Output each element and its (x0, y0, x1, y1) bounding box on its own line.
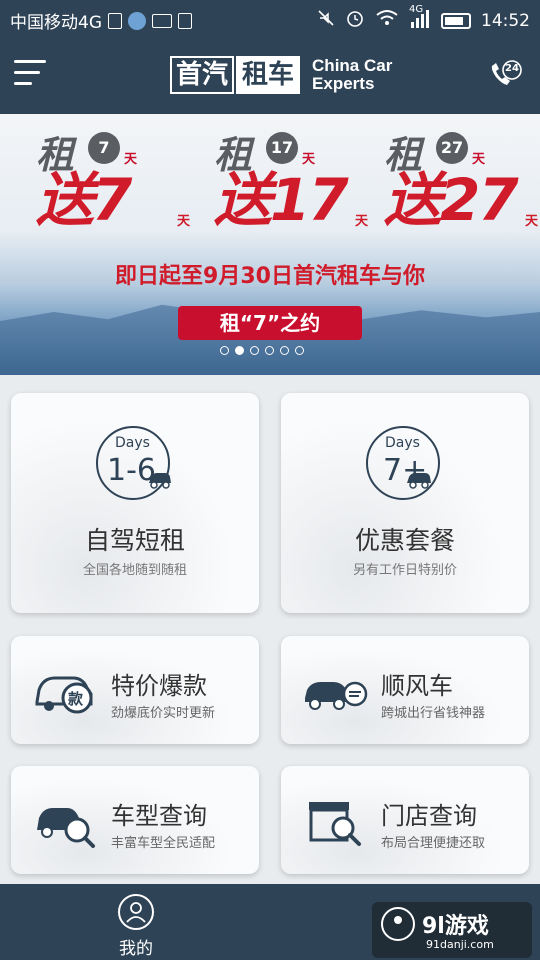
promo-tian: 天 (524, 214, 538, 229)
watermark-logo-icon (380, 906, 416, 942)
promo-tian: 天 (124, 152, 138, 167)
promo-27: 租 27 天 送27 天 (384, 124, 540, 234)
carousel-dots[interactable] (220, 346, 304, 355)
app-header: 首汽 租车 China Car Experts 24 (0, 36, 540, 114)
carousel-dot[interactable] (295, 346, 304, 355)
banner-tag: 租“7”之约 (178, 306, 362, 340)
carousel-dot[interactable] (250, 346, 259, 355)
days-1-6-icon: Days 1-6 (93, 423, 173, 503)
logo-cn-2: 租车 (236, 56, 301, 94)
promo-7: 租 7 天 送7 天 (36, 124, 196, 234)
alarm-icon (345, 8, 365, 33)
days-7-plus-icon: Days 7+ (363, 423, 443, 503)
user-icon (118, 894, 154, 930)
promo-tian: 天 (472, 152, 486, 167)
card-subtitle: 另有工作日特别价 (352, 563, 457, 578)
promo-song: 送17 (214, 166, 349, 234)
promo-tian: 天 (176, 214, 190, 229)
battery-icon (441, 12, 471, 29)
banner-headline: 即日起至9月30日首汽租车与你 (115, 264, 425, 289)
card-subtitle: 丰富车型全民适配 (111, 836, 216, 851)
wifi-icon (375, 9, 399, 32)
tab-mine-label: 我的 (119, 939, 153, 959)
status-bar: 中国移动4G 4G 14:52 (0, 0, 540, 36)
signal-icon: 4G (409, 4, 431, 31)
card-title: 顺风车 (381, 672, 453, 700)
tab-mine[interactable]: 我的 (106, 894, 166, 959)
promo-days: 7 (88, 132, 120, 164)
promo-banner[interactable]: 租 7 天 送7 天 租 17 天 送17 天 租 27 天 送27 天 即日起… (0, 114, 540, 375)
logo-cn-1: 首汽 (170, 56, 235, 94)
carousel-dot[interactable] (220, 346, 229, 355)
model-search-card[interactable]: 车型查询 丰富车型全民适配 (11, 766, 259, 874)
watermark: 9l游戏 91danji.com (372, 902, 532, 958)
store-search-card[interactable]: 门店查询 布局合理便捷还取 (281, 766, 529, 874)
logo-en-2: Experts (312, 74, 375, 93)
ride-share-card[interactable]: 顺风车 跨城出行省钱神器 (281, 636, 529, 744)
days-label: Days (385, 435, 420, 451)
card-subtitle: 布局合理便捷还取 (381, 836, 486, 851)
download-icon (178, 12, 192, 29)
days-range: 7+ (383, 453, 428, 488)
promo-days: 17 (266, 132, 298, 164)
logo-en-1: China Car (312, 56, 393, 75)
store-search-icon (303, 796, 369, 848)
carrier-label: 中国移动4G (10, 13, 102, 33)
hotline-badge: 24 (505, 63, 519, 74)
app-notification-icon (128, 11, 146, 30)
card-title: 车型查询 (111, 802, 207, 830)
days-range: 1-6 (107, 453, 156, 488)
keyboard-icon (152, 13, 172, 28)
card-title: 门店查询 (381, 802, 477, 830)
promo-17: 租 17 天 送17 天 (214, 124, 374, 234)
promo-song: 送7 (36, 166, 132, 234)
package-card[interactable]: Days 7+ 优惠套餐 另有工作日特别价 (281, 393, 529, 613)
clock: 14:52 (481, 10, 530, 31)
sim-icon (108, 12, 122, 29)
promo-days: 27 (436, 132, 468, 164)
carousel-dot-active[interactable] (235, 346, 244, 355)
self-drive-card[interactable]: Days 1-6 自驾短租 全国各地随到随租 (11, 393, 259, 613)
brand-logo: 首汽 租车 China Car Experts (170, 56, 392, 94)
hotline-phone-icon[interactable]: 24 (488, 60, 522, 90)
watermark-brand: 9l游戏 (422, 914, 489, 939)
special-offer-card[interactable]: 款 特价爆款 劲爆底价实时更新 (11, 636, 259, 744)
card-subtitle: 跨城出行省钱神器 (381, 706, 486, 721)
car-search-icon (33, 796, 99, 848)
car-speed-icon (303, 666, 369, 718)
card-title: 特价爆款 (111, 672, 207, 700)
mute-icon (317, 9, 335, 32)
discount-badge: 款 (68, 690, 84, 708)
promo-tian: 天 (302, 152, 316, 167)
carousel-dot[interactable] (265, 346, 274, 355)
car-discount-icon: 款 (33, 666, 99, 718)
watermark-domain: 91danji.com (426, 938, 494, 951)
promo-song: 送27 (384, 166, 519, 234)
card-title: 优惠套餐 (354, 526, 455, 555)
carousel-dot[interactable] (280, 346, 289, 355)
promo-tian: 天 (354, 214, 368, 229)
menu-icon[interactable] (14, 60, 46, 88)
days-label: Days (115, 435, 150, 451)
network-type: 4G (409, 4, 424, 15)
card-subtitle: 劲爆底价实时更新 (111, 706, 216, 721)
card-subtitle: 全国各地随到随租 (82, 563, 187, 578)
card-title: 自驾短租 (84, 526, 185, 555)
